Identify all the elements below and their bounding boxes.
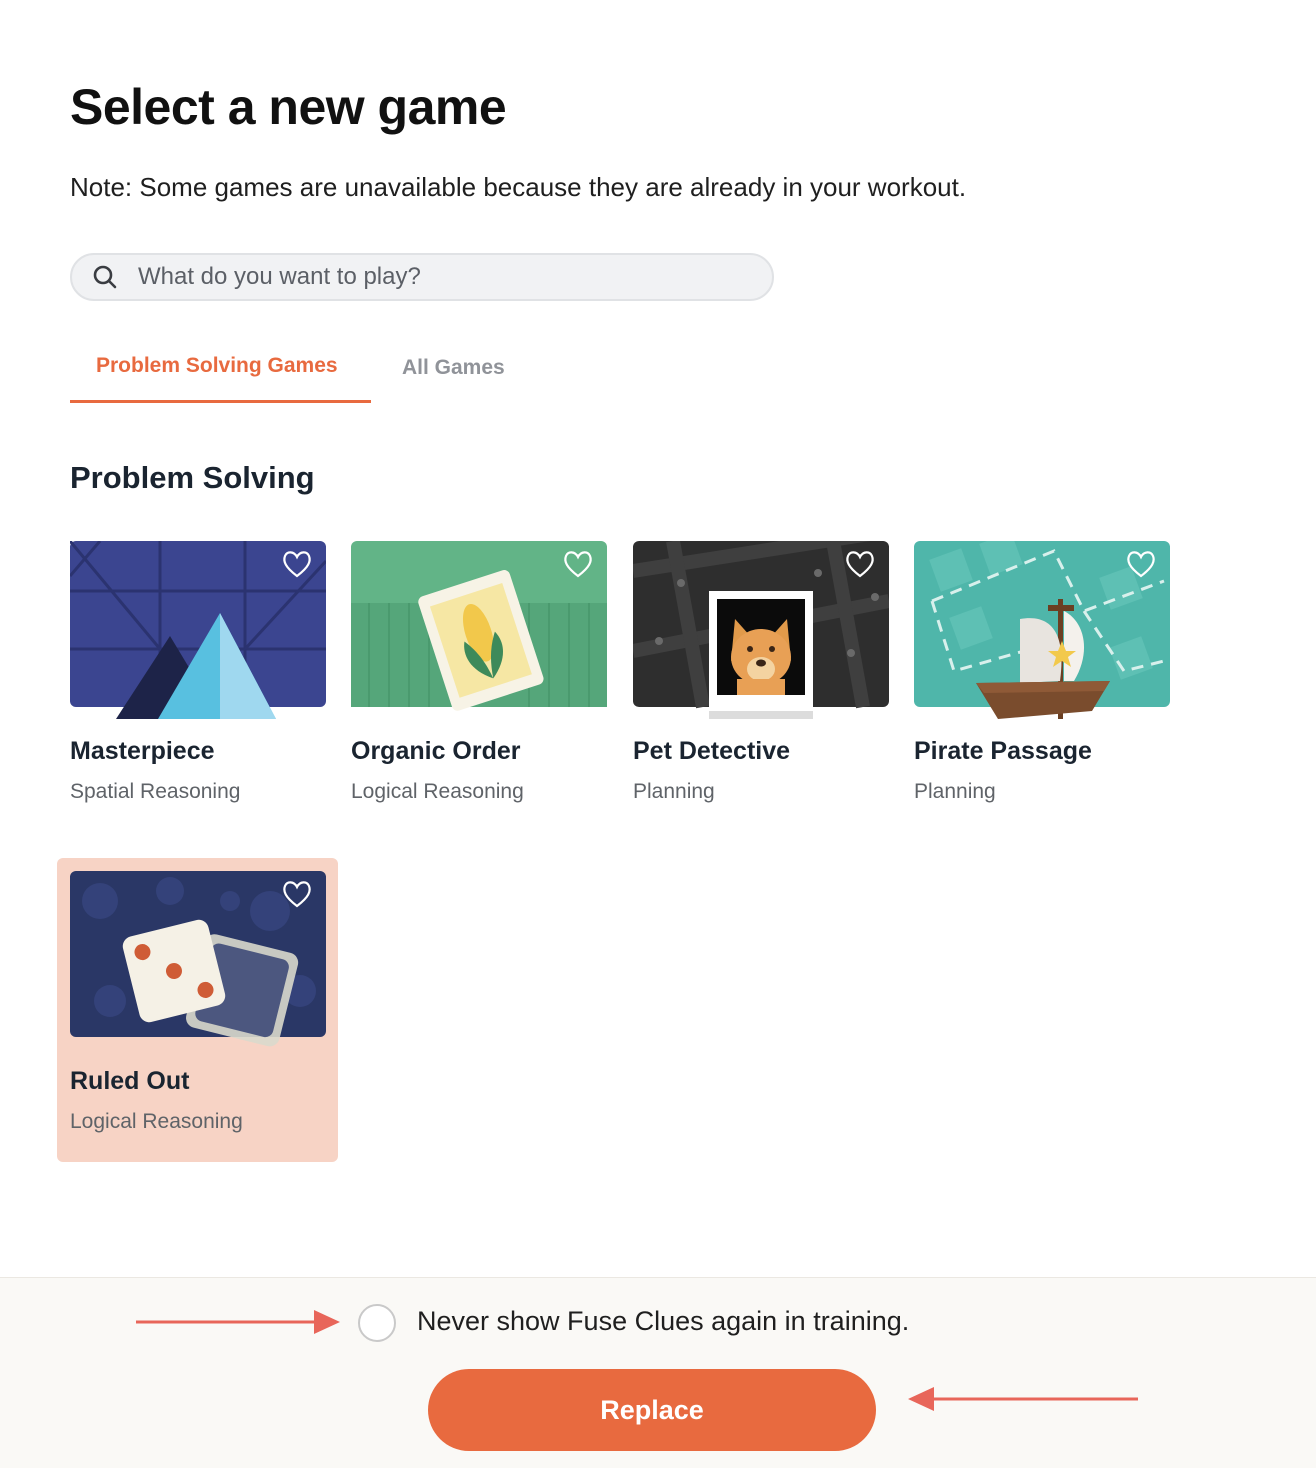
page-title: Select a new game — [70, 79, 507, 135]
game-category: Logical Reasoning — [70, 1110, 243, 1133]
game-category: Logical Reasoning — [351, 780, 524, 803]
search-bar[interactable] — [70, 253, 774, 301]
game-card-pet-detective[interactable]: Pet Detective Planning — [633, 541, 889, 804]
game-name: Pet Detective — [633, 737, 791, 765]
arrow-right-icon — [136, 1310, 340, 1334]
game-category: Spatial Reasoning — [70, 780, 241, 803]
masterpiece-thumbnail — [70, 541, 326, 719]
replace-button[interactable]: Replace — [428, 1369, 876, 1451]
game-tabs: Problem Solving Games All Games — [70, 340, 550, 404]
ruled-out-thumbnail — [70, 871, 326, 1047]
game-name: Masterpiece — [70, 737, 215, 765]
game-name: Pirate Passage — [914, 737, 1092, 765]
search-input[interactable] — [138, 263, 738, 291]
section-title: Problem Solving — [70, 460, 315, 495]
heart-icon[interactable] — [281, 549, 313, 579]
heart-icon[interactable] — [1125, 549, 1157, 579]
unavailable-note: Note: Some games are unavailable because… — [70, 172, 967, 202]
never-show-label[interactable]: Never show Fuse Clues again in training. — [417, 1306, 909, 1337]
tab-problem-solving-games[interactable]: Problem Solving Games — [96, 354, 338, 378]
pet-detective-thumbnail — [633, 541, 889, 719]
game-category: Planning — [633, 780, 715, 803]
game-name: Ruled Out — [70, 1067, 190, 1095]
heart-icon[interactable] — [844, 549, 876, 579]
game-card-organic-order[interactable]: Organic Order Logical Reasoning — [351, 541, 607, 804]
heart-icon[interactable] — [281, 879, 313, 909]
game-name: Organic Order — [351, 737, 521, 765]
game-card-ruled-out[interactable]: Ruled Out Logical Reasoning — [70, 871, 326, 1134]
tab-all-games[interactable]: All Games — [402, 356, 505, 380]
pirate-passage-thumbnail — [914, 541, 1170, 719]
heart-icon[interactable] — [562, 549, 594, 579]
game-card-pirate-passage[interactable]: Pirate Passage Planning — [914, 541, 1170, 804]
active-tab-underline — [70, 400, 371, 403]
game-card-masterpiece[interactable]: Masterpiece Spatial Reasoning — [70, 541, 326, 804]
search-icon — [93, 265, 117, 289]
organic-order-thumbnail — [351, 541, 607, 711]
arrow-left-icon — [908, 1387, 1138, 1411]
game-category: Planning — [914, 780, 996, 803]
never-show-radio[interactable] — [358, 1304, 396, 1342]
